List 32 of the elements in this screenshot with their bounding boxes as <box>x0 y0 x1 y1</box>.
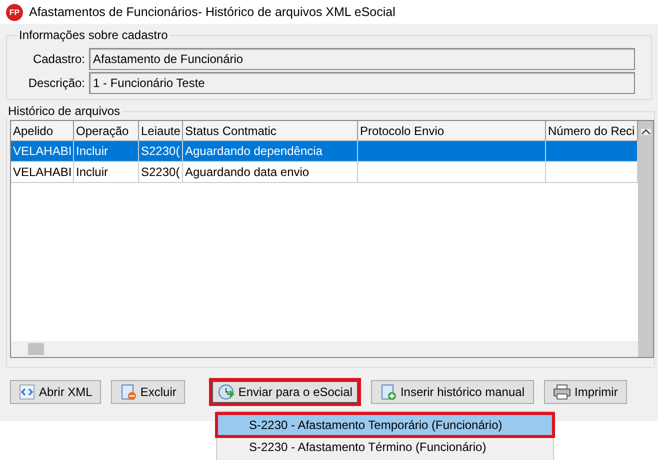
table-cell: VELAHABI <box>11 162 74 183</box>
window-title: Afastamentos de Funcionários- Histórico de arquivos XML eSocial <box>29 5 396 19</box>
group-title: Informações sobre cadastro <box>18 28 169 42</box>
app-logo-icon: FP <box>6 4 23 20</box>
table-row[interactable]: VELAHABI Incluir S2230( Aguardando dependência <box>11 141 638 162</box>
table-cell: Aguardando data envio <box>183 162 358 183</box>
scroll-up-icon[interactable] <box>640 129 650 135</box>
toolbar-button[interactable]: Abrir XML <box>10 380 102 404</box>
table-cell: VELAHABI <box>11 141 74 162</box>
toolbar-button[interactable]: Enviar para o eSocial <box>209 378 362 406</box>
toolbar-button[interactable]: Inserir histórico manual <box>371 380 534 404</box>
group-title: Histórico de arquivos <box>7 104 122 118</box>
document-code-icon <box>19 384 35 400</box>
text-field[interactable]: Afastamento de Funcionário <box>89 48 635 70</box>
horizontal-scrollbar[interactable] <box>11 341 638 357</box>
table-cell: S2230( <box>139 141 183 162</box>
table-cell: Incluir <box>74 162 139 183</box>
printer-icon <box>552 384 570 400</box>
toolbar-button[interactable]: Imprimir <box>544 380 627 404</box>
table-cell: Aguardando dependência <box>183 141 358 162</box>
menu-item[interactable]: S-2230 - Afastamento Temporário (Funcionário) <box>217 414 553 436</box>
field-label: Descrição: <box>27 76 85 90</box>
document-delete-icon <box>120 383 136 401</box>
document-add-icon <box>380 383 396 401</box>
table-cell: S2230( <box>139 162 183 183</box>
menu-item[interactable]: S-2230 - Afastamento Término (Funcionário) <box>217 436 553 458</box>
table-row[interactable]: VELAHABI Incluir S2230( Aguardando data envio <box>11 162 638 183</box>
vertical-scrollbar[interactable] <box>638 121 653 357</box>
toolbar-button[interactable]: Excluir <box>111 380 186 404</box>
text-field[interactable]: 1 - Funcionário Teste <box>89 72 635 94</box>
table-cell: Incluir <box>74 141 139 162</box>
field-label: Cadastro: <box>32 52 85 66</box>
